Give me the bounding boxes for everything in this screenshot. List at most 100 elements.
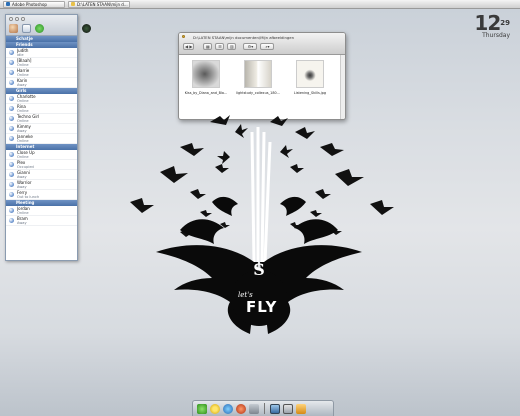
buddy-row[interactable]: Harrie Online [6, 68, 77, 78]
buddy-status-icon [9, 152, 14, 157]
close-button[interactable] [9, 17, 13, 21]
buddy-status: Online [17, 155, 29, 159]
buddy-status: Online [17, 63, 29, 67]
buddy-status-icon [9, 96, 14, 101]
action-button[interactable]: ⚙▾ [243, 43, 258, 50]
window-controls [9, 17, 25, 21]
scrollbar[interactable] [340, 55, 345, 119]
buddy-row[interactable]: Techno Girl Online [6, 114, 77, 124]
buddy-row[interactable]: Gianni Away [6, 170, 77, 180]
buddy-status-icon [9, 106, 14, 111]
buddy-status: Online [17, 109, 29, 113]
buddy-groups: Schatje Friends Judith Idle [Blaah] Online Har… [6, 36, 77, 226]
buddy-status-icon [9, 50, 14, 55]
buddy-row[interactable]: Close Up Online [6, 150, 77, 160]
monitor-icon[interactable] [270, 403, 280, 414]
buddy-status-icon [9, 70, 14, 75]
file-window-titlebar[interactable]: D:\LATEN STAAN\mijn documenten\Mijn afbe… [179, 33, 345, 55]
screen-icon[interactable] [283, 403, 293, 414]
light-streams [250, 127, 272, 263]
buddy-status-icon [9, 60, 14, 65]
folder-icon[interactable] [296, 403, 306, 414]
artwork-word-fly: FLY [246, 298, 277, 316]
taskbar: Adobe Photoshop D:\LATEN STAAN\mijn d... [0, 0, 520, 9]
list-view-button[interactable]: ☰ [215, 43, 225, 50]
buddy-status: Online [17, 73, 29, 77]
avatar[interactable] [9, 24, 18, 33]
folder-icon [71, 2, 75, 6]
task-folder[interactable]: D:\LATEN STAAN\mijn d... [68, 0, 130, 8]
back-button[interactable]: ◀ ▶ [183, 43, 195, 50]
buddy-status: Away [17, 175, 27, 179]
buddy-row[interactable]: Charlotte Online [6, 94, 77, 104]
buddy-status-icon [9, 136, 14, 141]
task-label: D:\LATEN STAAN\mijn d... [77, 1, 128, 7]
buddy-row[interactable]: Warrior Away [6, 180, 77, 190]
eye-icon[interactable] [223, 403, 233, 414]
buddy-status: Online [17, 119, 29, 123]
artwork-letter: S [253, 260, 265, 279]
buddy-status-icon [9, 192, 14, 197]
buddy-row[interactable]: Plex Occupied [6, 160, 77, 170]
status-icon[interactable] [35, 24, 44, 33]
file-name: Kiss_by_Diana_and_Bla... [184, 91, 228, 95]
buddy-list-titlebar[interactable] [6, 15, 91, 36]
buddy-row[interactable]: Kimmy Away [6, 124, 77, 134]
buddy-row[interactable]: Karin Away [6, 78, 77, 88]
buddy-status: Out to lunch [17, 195, 40, 199]
buddy-status: Occupied [17, 165, 34, 169]
clock-widget: 1229 Thursday [474, 13, 510, 39]
buddy-status-icon [9, 162, 14, 167]
column-view-button[interactable]: ▥ [227, 43, 237, 50]
buddy-row[interactable]: Rina Online [6, 104, 77, 114]
leaf-icon[interactable] [197, 403, 207, 414]
buddy-status-icon [9, 182, 14, 187]
buddy-status-icon [9, 208, 14, 213]
dock [192, 400, 334, 416]
toolbox-icon[interactable] [249, 403, 259, 414]
file-item[interactable]: Kiss_by_Diana_and_Bla... [182, 60, 230, 95]
buddy-row[interactable]: Bram Away [6, 216, 77, 226]
zoom-button[interactable] [21, 17, 25, 21]
buddy-toolbar [9, 24, 91, 33]
minimize-button[interactable] [15, 17, 19, 21]
window-controls [182, 35, 185, 38]
buddy-status: Online [17, 211, 29, 215]
buddy-status: Online [17, 99, 29, 103]
radiation-icon[interactable] [210, 403, 220, 414]
window-title: D:\LATEN STAAN\mijn documenten\Mijn afbe… [193, 35, 295, 40]
settings-icon[interactable] [236, 403, 246, 414]
file-item[interactable]: Listening_Skills.jpg [286, 60, 334, 95]
buddy-list-window: Schatje Friends Judith Idle [Blaah] Online Har… [5, 14, 91, 261]
buddy-status: Online [17, 139, 29, 143]
file-item[interactable]: lightstudy_collexus_180... [234, 60, 282, 95]
buddy-icon[interactable] [82, 24, 91, 33]
buddy-status: Away [17, 83, 27, 87]
file-list: Kiss_by_Diana_and_Bla... lightstudy_coll… [179, 55, 345, 119]
clock-time: 1229 [474, 13, 510, 33]
file-thumbnail [192, 60, 220, 88]
clock-minutes: 29 [500, 19, 510, 27]
file-name: lightstudy_collexus_180... [236, 91, 280, 95]
file-window: D:\LATEN STAAN\mijn documenten\Mijn afbe… [178, 32, 346, 120]
buddy-row[interactable]: Judith Idle [6, 48, 77, 58]
buddy-row[interactable]: Janneke Online [6, 134, 77, 144]
buddy-row[interactable]: Jordan Online [6, 206, 77, 216]
dock-separator [264, 403, 265, 414]
buddy-status: Away [17, 129, 27, 133]
path-button[interactable]: ⌕▾ [260, 43, 275, 50]
buddy-status-icon [9, 218, 14, 223]
wallpaper-artwork: S let's FLY [130, 115, 394, 334]
buddy-row[interactable]: [Blaah] Online [6, 58, 77, 68]
planes [217, 124, 293, 164]
buddy-status-icon [9, 126, 14, 131]
task-photoshop[interactable]: Adobe Photoshop [3, 0, 65, 8]
buddy-status: Idle [17, 53, 24, 57]
buddy-status-icon [9, 172, 14, 177]
mail-icon[interactable] [22, 24, 31, 33]
icon-view-button[interactable]: ▦ [203, 43, 213, 50]
buddy-row[interactable]: Ferry Out to lunch [6, 190, 77, 200]
buddy-status-icon [9, 116, 14, 121]
buddy-status: Away [17, 185, 27, 189]
photoshop-icon [6, 2, 10, 6]
